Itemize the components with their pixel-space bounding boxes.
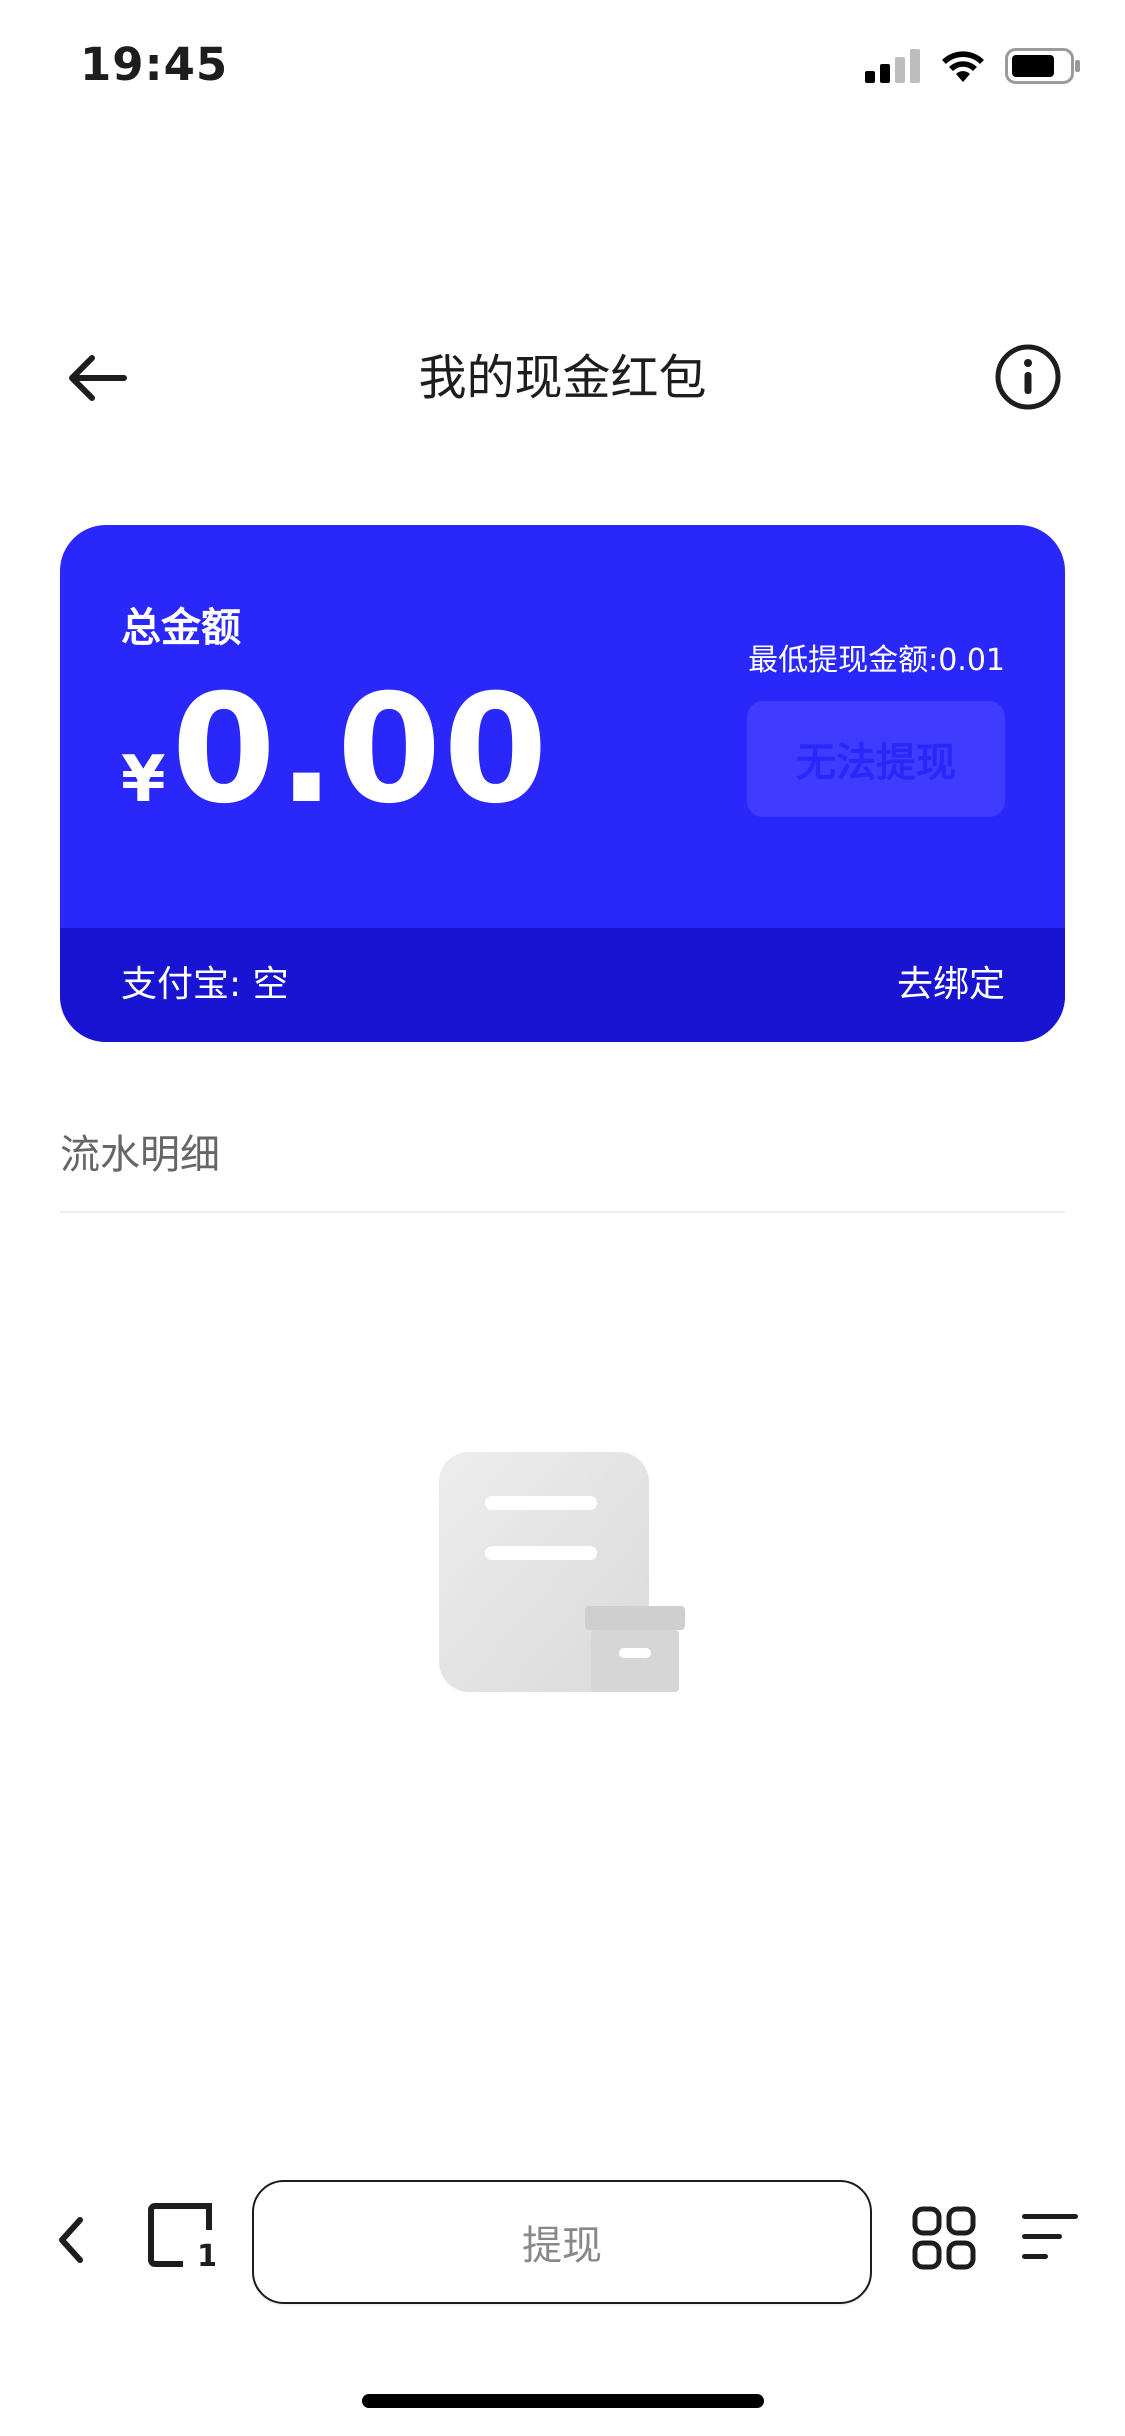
withdraw-disabled-button[interactable]: 无法提现	[747, 701, 1005, 817]
balance-card: 总金额 ¥ 0.00 最低提现金额:0.01 无法提现 支付宝: 空 去绑定	[60, 525, 1065, 1042]
withdraw-button[interactable]: 提现	[252, 2180, 872, 2304]
status-icons	[865, 48, 1081, 84]
home-indicator	[362, 2394, 764, 2408]
chevron-left-icon	[59, 2217, 83, 2263]
tabs-count: 1	[197, 2239, 215, 2270]
min-withdraw-label: 最低提现金额:0.01	[748, 643, 1005, 678]
records-title: 流水明细	[60, 1132, 220, 1178]
divider	[60, 1211, 1065, 1213]
card-footer: 支付宝: 空 去绑定	[60, 928, 1065, 1042]
back-button[interactable]	[60, 340, 136, 416]
browser-back-button[interactable]	[46, 2210, 96, 2270]
alipay-status: 支付宝: 空	[121, 964, 289, 1005]
amount-value: 0.00	[171, 663, 550, 837]
currency-symbol: ¥	[121, 743, 166, 817]
tabs-button[interactable]: 1	[145, 2200, 218, 2274]
bind-alipay-link[interactable]: 去绑定	[897, 928, 1005, 1042]
menu-button[interactable]	[1020, 2210, 1082, 2266]
apps-button[interactable]	[912, 2206, 976, 2270]
info-button[interactable]	[993, 342, 1063, 412]
amount-display: ¥ 0.00	[121, 675, 550, 825]
wifi-icon	[942, 51, 984, 82]
tabs-icon: 1	[148, 2203, 218, 2274]
status-time: 19:45	[80, 38, 229, 91]
total-amount-label: 总金额	[121, 605, 241, 651]
info-icon	[995, 344, 1061, 410]
menu-icon	[1022, 2214, 1078, 2259]
grid-icon	[912, 2206, 976, 2270]
battery-icon	[1005, 48, 1080, 84]
empty-document-box-icon	[437, 1450, 687, 1700]
page-title: 我的现金红包	[418, 350, 707, 406]
back-arrow-icon	[69, 355, 127, 401]
signal-icon	[865, 49, 920, 83]
